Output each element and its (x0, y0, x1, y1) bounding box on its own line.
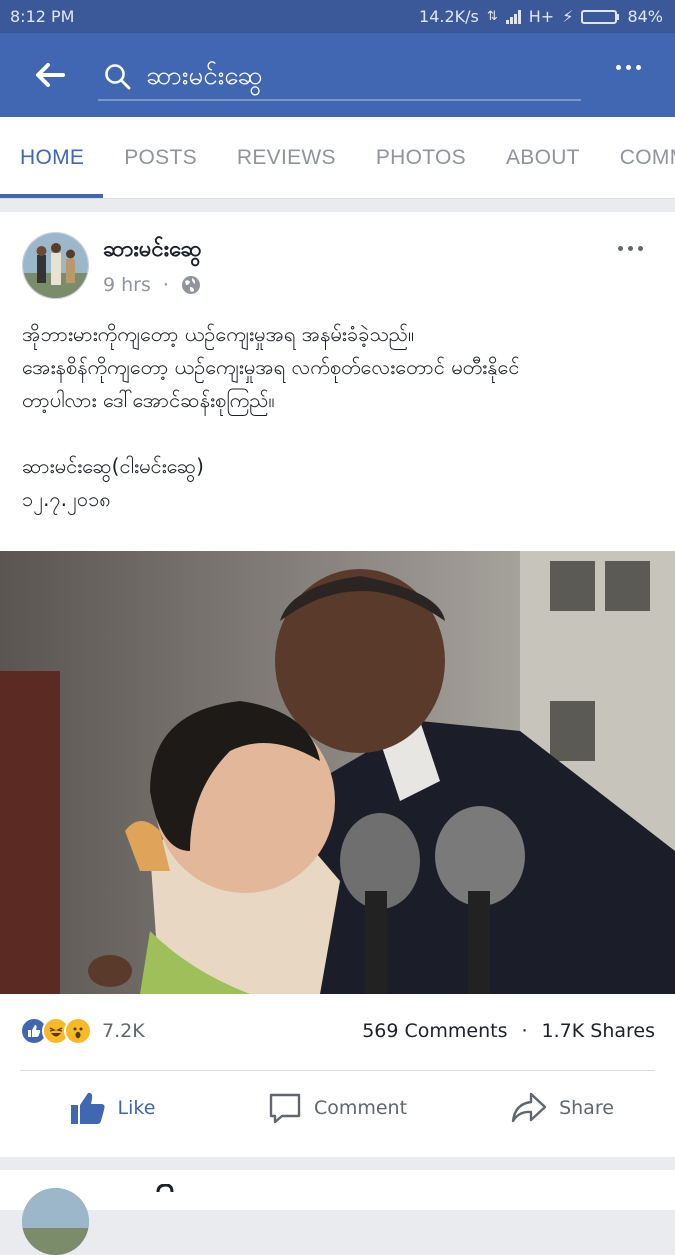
like-label: Like (117, 1097, 156, 1119)
globe-icon (181, 276, 200, 294)
network-type: H+ (528, 7, 555, 26)
next-post-author-fragment (156, 1184, 174, 1192)
next-post-card (0, 1170, 675, 1255)
thumbs-up-icon (70, 1092, 105, 1124)
next-post-avatar (22, 1188, 89, 1255)
share-icon (511, 1092, 547, 1123)
post-signature: ဆားမင်းဆွေ(ငါးမင်းဆွေ) (22, 454, 204, 478)
active-tab-indicator (0, 194, 103, 198)
data-transfer-icon: ⇅ (486, 9, 498, 24)
page-tabs: HOME POSTS REVIEWS PHOTOS ABOUT COMMUN (0, 117, 675, 199)
author-name[interactable]: ဆားမင်းဆွေ (103, 234, 202, 267)
like-button[interactable]: Like (0, 1091, 225, 1125)
share-label: Share (559, 1097, 614, 1119)
stats-separator: · (521, 1020, 528, 1042)
post-text-line: အေးနစိန်ကိုကျတော့ ယဉ်ကျေးမှုအရ လက်စုတ်လေ… (22, 355, 520, 379)
post-text-line: အိုဘားမားကိုကျတော့ ယဉ်ကျေးမှုအရ အနမ်းခံခ… (22, 322, 415, 346)
tab-about[interactable]: ABOUT (486, 146, 600, 170)
back-button[interactable] (30, 55, 70, 95)
app-bar: ဆားမင်းဆွေ (0, 33, 675, 117)
search-query: ဆားမင်းဆွေ (146, 60, 263, 91)
status-bar: 8:12 PM 14.2K/s ⇅ H+ ⚡ 84% (0, 0, 675, 33)
post-header: ဆားမင်းဆွေ 9 hrs · (0, 212, 675, 312)
tab-community[interactable]: COMMUN (600, 146, 675, 170)
post-photo[interactable] (0, 551, 675, 994)
post-actions: Like Comment Share (0, 1082, 675, 1134)
battery-icon (581, 9, 620, 24)
tab-photos[interactable]: PHOTOS (356, 146, 486, 170)
charging-icon: ⚡ (562, 7, 574, 26)
post-body: အိုဘားမားကိုကျတော့ ယဉ်ကျေးမှုအရ အနမ်းခံခ… (0, 312, 660, 516)
engagement-stats: 569 Comments · 1.7K Shares (362, 1020, 655, 1042)
search-field[interactable]: ဆားမင်းဆွေ (98, 55, 581, 101)
comment-icon (269, 1093, 301, 1124)
status-time: 8:12 PM (10, 7, 75, 26)
search-icon (105, 64, 131, 90)
tab-posts[interactable]: POSTS (104, 146, 217, 170)
post-date: ၁၂.၇.၂၀၁၈ (22, 487, 111, 511)
post-time[interactable]: 9 hrs (103, 274, 151, 296)
battery-percent: 84% (627, 7, 663, 26)
share-button[interactable]: Share (450, 1092, 675, 1124)
post-options-button[interactable] (618, 246, 643, 251)
back-arrow-icon (36, 63, 65, 87)
reactions-summary[interactable]: 7.2K 569 Comments · 1.7K Shares (0, 1012, 675, 1050)
reaction-count: 7.2K (102, 1020, 145, 1042)
signal-icon (505, 9, 521, 24)
more-options-button[interactable] (616, 65, 641, 70)
tab-home[interactable]: HOME (0, 146, 104, 170)
comment-label: Comment (313, 1097, 408, 1119)
author-avatar[interactable] (22, 232, 89, 299)
tab-reviews[interactable]: REVIEWS (217, 146, 356, 170)
reaction-icons (20, 1017, 92, 1045)
photo-image (0, 551, 675, 994)
wow-icon (64, 1017, 92, 1045)
status-indicators: 14.2K/s ⇅ H+ ⚡ 84% (419, 7, 663, 26)
post-card: ဆားမင်းဆွေ 9 hrs · အိုဘားမားကိုကျတော့ ယဉ… (0, 212, 675, 1157)
comments-count[interactable]: 569 Comments (362, 1020, 507, 1042)
dot-separator: · (162, 274, 169, 296)
comment-button[interactable]: Comment (225, 1091, 450, 1125)
divider (20, 1070, 655, 1071)
network-speed: 14.2K/s (419, 7, 479, 26)
shares-count[interactable]: 1.7K Shares (542, 1020, 655, 1042)
post-text-line: တာ့ပါလား ဒေါ်အောင်ဆန်းစုကြည်။ (22, 388, 275, 412)
post-meta: 9 hrs · (103, 274, 201, 296)
avatar-image (23, 233, 88, 298)
